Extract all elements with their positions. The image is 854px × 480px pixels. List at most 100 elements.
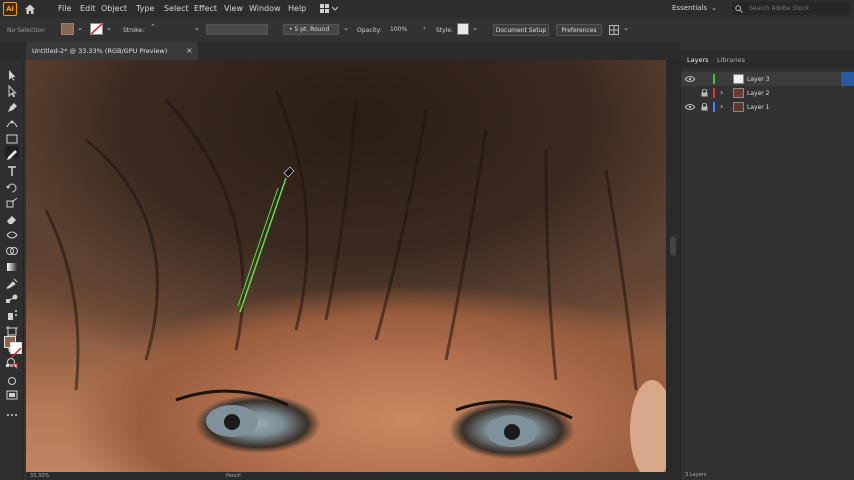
menu-edit[interactable]: Edit (80, 4, 96, 13)
menu-window[interactable]: Window (249, 4, 281, 13)
panel-tabs: Layers Libraries (681, 50, 854, 68)
variable-width-profile[interactable] (206, 24, 268, 35)
brush-label: 5 pt. Round (294, 26, 330, 33)
stroke-label: Stroke: (123, 27, 145, 34)
close-icon[interactable]: × (186, 46, 193, 55)
width-tool-icon[interactable] (5, 226, 19, 239)
lock-icon[interactable] (701, 102, 708, 111)
document-tab[interactable]: Untitled-2* @ 33.33% (RGB/GPU Preview) × (26, 42, 198, 60)
layer-thumbnail (733, 74, 744, 84)
menu-type[interactable]: Type (136, 4, 154, 13)
layers-panel: Layers Libraries Layer 3 › Layer 2 › Lay… (680, 50, 854, 480)
eraser-tool-icon[interactable] (5, 210, 19, 224)
preferences-button[interactable]: Preferences (556, 24, 602, 36)
chevron-down-icon[interactable]: ⌄ (623, 24, 629, 32)
drawing-modes-icon[interactable] (5, 372, 19, 385)
stroke-weight-stepper[interactable]: ⌃ (150, 23, 156, 31)
layers-count: 3 Layers (685, 472, 707, 478)
chevron-down-icon[interactable]: ⌄ (343, 24, 349, 32)
layer-row-3[interactable]: Layer 3 (681, 72, 854, 86)
direct-selection-tool-icon[interactable] (5, 82, 19, 98)
menu-file[interactable]: File (58, 4, 71, 13)
fill-stroke-swatches[interactable] (4, 336, 22, 359)
opacity-field[interactable]: 100% (387, 24, 421, 35)
lock-icon[interactable] (701, 88, 708, 97)
workspace-switcher-icon[interactable] (320, 4, 339, 14)
layer-color-indicator (713, 102, 715, 112)
layer-color-indicator (713, 74, 715, 84)
chevron-down-icon[interactable]: ⌄ (77, 24, 83, 32)
layer-name[interactable]: Layer 1 (747, 104, 769, 111)
layer-row-2[interactable]: › Layer 2 (681, 86, 854, 100)
more-tools-icon[interactable] (5, 406, 19, 418)
workspace-label[interactable]: Essentials (672, 4, 707, 12)
menu-help[interactable]: Help (288, 4, 306, 13)
home-icon[interactable] (24, 3, 36, 15)
layer-name[interactable]: Layer 2 (747, 90, 769, 97)
photo-artwork (44, 89, 666, 472)
brush-dot-icon: • (289, 26, 293, 33)
chevron-right-icon[interactable]: › (720, 102, 723, 111)
tab-layers[interactable]: Layers (687, 56, 709, 64)
rotate-tool-icon[interactable] (5, 178, 19, 193)
document-tab-title: Untitled-2* @ 33.33% (RGB/GPU Preview) (32, 47, 168, 55)
arrange-documents-icon[interactable] (609, 25, 619, 35)
app-logo: Ai (3, 2, 17, 16)
selection-status: No Selection (7, 27, 45, 34)
pencil-cursor-icon (283, 166, 295, 178)
eye-icon[interactable] (684, 75, 696, 83)
fill-swatch[interactable] (61, 23, 74, 35)
chevron-down-icon[interactable]: ⌄ (194, 24, 200, 32)
search-placeholder: Search Adobe Stock (749, 5, 810, 12)
shape-builder-icon[interactable] (5, 242, 19, 255)
chevron-right-icon[interactable]: › (720, 88, 723, 97)
scale-tool-icon[interactable] (5, 194, 19, 208)
layer-name[interactable]: Layer 3 (747, 76, 769, 83)
artboard-tool-icon[interactable] (5, 322, 19, 337)
rectangle-tool-icon[interactable] (5, 130, 19, 144)
symbol-sprayer-icon[interactable] (5, 306, 19, 320)
opacity-label: Opacity: (357, 27, 382, 34)
zoom-level[interactable]: 33.33% (30, 473, 49, 479)
gradient-tool-icon[interactable] (5, 258, 19, 271)
color-mode-icon[interactable] (5, 358, 19, 370)
current-tool-status: Pencil (226, 473, 241, 479)
layer-color-indicator (713, 88, 715, 98)
menu-select[interactable]: Select (164, 4, 189, 13)
control-bar: No Selection ⌄ ⌄ Stroke: ⌃ ⌄ • 5 pt. Rou… (0, 18, 854, 42)
eye-icon[interactable] (684, 103, 696, 111)
vertical-scrollbar[interactable] (666, 60, 680, 472)
document-setup-button[interactable]: Document Setup (493, 24, 549, 36)
pencil-tool-icon[interactable] (5, 146, 19, 160)
stroke-swatch-large[interactable] (10, 342, 22, 359)
tools-panel (0, 60, 24, 480)
style-swatch[interactable] (457, 23, 469, 35)
stroke-swatch[interactable] (90, 23, 103, 35)
pen-tool-icon[interactable] (5, 98, 19, 112)
layer-thumbnail (733, 102, 744, 112)
layer-thumbnail (733, 88, 744, 98)
tab-libraries[interactable]: Libraries (717, 56, 745, 64)
screen-mode-icon[interactable] (5, 386, 19, 400)
chevron-down-icon[interactable]: ⌄ (106, 24, 112, 32)
menu-object[interactable]: Object (101, 4, 127, 13)
blend-tool-icon[interactable] (5, 290, 19, 303)
selection-tool-icon[interactable] (5, 66, 19, 81)
search-icon (735, 5, 743, 13)
eyedropper-tool-icon[interactable] (5, 274, 19, 289)
menu-view[interactable]: View (224, 4, 243, 13)
chevron-right-icon[interactable]: › (423, 24, 426, 32)
status-bar: 33.33% Pencil (26, 472, 680, 480)
menu-bar: Ai File Edit Object Type Select Effect V… (0, 0, 854, 18)
search-field[interactable]: Search Adobe Stock (732, 2, 850, 15)
chevron-down-icon[interactable]: ⌄ (472, 24, 478, 32)
scroll-thumb[interactable] (670, 236, 676, 256)
style-label: Style: (436, 27, 454, 34)
menu-effect[interactable]: Effect (194, 4, 217, 13)
curvature-tool-icon[interactable] (5, 114, 19, 128)
artboard-canvas[interactable] (26, 60, 666, 472)
type-tool-icon[interactable] (5, 162, 19, 176)
brush-definition[interactable]: • 5 pt. Round (283, 24, 339, 35)
chevron-down-icon[interactable]: ⌄ (711, 4, 717, 12)
layer-row-1[interactable]: › Layer 1 (681, 100, 854, 114)
